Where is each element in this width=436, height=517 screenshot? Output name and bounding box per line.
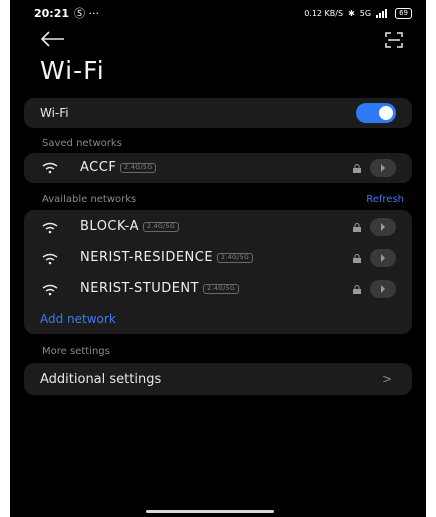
wifi-signal-icon: [42, 284, 58, 296]
back-arrow-icon[interactable]: [40, 30, 66, 48]
wifi-toggle-label: Wi-Fi: [40, 106, 69, 120]
band-badge: 2.4G/5G: [142, 221, 180, 232]
network-name-text: ACCF: [80, 160, 117, 175]
band-badge: 2.4G/5G: [120, 162, 157, 173]
network-name-block-a: BLOCK-A 2.4G/5G: [80, 219, 180, 234]
saved-networks-label: Saved networks: [42, 138, 122, 149]
available-networks-label: Available networks: [42, 194, 137, 205]
chevron-right-icon: [381, 164, 385, 172]
wifi-toggle-card: Wi-Fi: [24, 98, 412, 128]
saved-networks-card: ACCF 2.4G/5G: [24, 153, 412, 183]
network-details-button[interactable]: [370, 280, 396, 298]
band-badge: 2.4G/5G: [203, 283, 240, 294]
wifi-signal-icon: [42, 162, 58, 174]
chevron-right-icon: [381, 285, 385, 293]
saved-network-row[interactable]: ACCF 2.4G/5G: [24, 153, 412, 183]
network-speed: 0.12 KB/S: [304, 8, 344, 18]
network-details-button[interactable]: [370, 249, 396, 267]
refresh-link[interactable]: Refresh: [366, 194, 404, 205]
network-name-text: BLOCK-A: [80, 219, 139, 234]
available-network-row[interactable]: NERIST-RESIDENCE 2.4G/5G: [24, 243, 412, 273]
available-networks-card: BLOCK-A2.4G/5G NERIST-RESIDENCE2.4G/5G: [24, 210, 412, 334]
wifi-toggle-row[interactable]: Wi-Fi: [24, 98, 412, 128]
chevron-right-icon: >: [381, 372, 392, 386]
available-network-row[interactable]: BLOCK-A 2.4G/5G: [24, 212, 412, 242]
scan-qr-icon[interactable]: [384, 30, 404, 50]
network-details-button[interactable]: [370, 159, 396, 177]
available-network-row[interactable]: NERIST-STUDENT 2.4G/5G: [24, 274, 412, 304]
lock-icon: [353, 254, 361, 263]
lock-icon: [353, 285, 361, 294]
status-left: 20:21 Ⓢ ···: [34, 5, 99, 21]
notification-icons: Ⓢ ···: [74, 7, 100, 20]
status-time: 20:21: [34, 6, 70, 20]
chevron-right-icon: [381, 223, 385, 231]
status-right: 0.12 KB/S ✱ 5G 69: [304, 7, 412, 19]
additional-settings-label: Additional settings: [40, 371, 162, 387]
more-settings-label: More settings: [42, 346, 110, 357]
wifi-toggle-switch[interactable]: [356, 103, 396, 123]
network-name-nerist-residence: NERIST-RESIDENCE 2.4G/5G: [80, 250, 254, 265]
additional-settings-row[interactable]: Additional settings >: [24, 364, 412, 394]
add-network-link[interactable]: Add network: [40, 312, 116, 326]
bluetooth-icon: ✱: [348, 8, 355, 18]
wifi-signal-icon: [42, 222, 58, 234]
toggle-knob: [379, 106, 393, 120]
lock-icon: [353, 164, 361, 173]
status-bar: 20:21 Ⓢ ··· 0.12 KB/S ✱ 5G 69: [10, 0, 426, 26]
chevron-right-icon: [381, 254, 385, 262]
signal-label: 5G: [359, 8, 372, 18]
network-name-text: NERIST-STUDENT: [80, 281, 200, 296]
network-name-text: NERIST-RESIDENCE: [80, 250, 214, 265]
network-name-accf: ACCF 2.4G/5G: [80, 160, 157, 175]
signal-icon: [376, 8, 388, 18]
more-settings-card: Additional settings >: [24, 363, 412, 395]
battery-icon: 69: [395, 7, 412, 19]
band-badge: 2.4G/5G: [217, 252, 254, 263]
wifi-signal-icon: [42, 253, 58, 265]
lock-icon: [353, 223, 361, 232]
phone-screen: 20:21 Ⓢ ··· 0.12 KB/S ✱ 5G 69 Wi-Fi Wi-F…: [10, 0, 426, 517]
home-indicator[interactable]: [146, 510, 274, 513]
network-name-nerist-student: NERIST-STUDENT 2.4G/5G: [80, 281, 240, 296]
page-title: Wi-Fi: [40, 56, 105, 85]
network-details-button[interactable]: [370, 218, 396, 236]
